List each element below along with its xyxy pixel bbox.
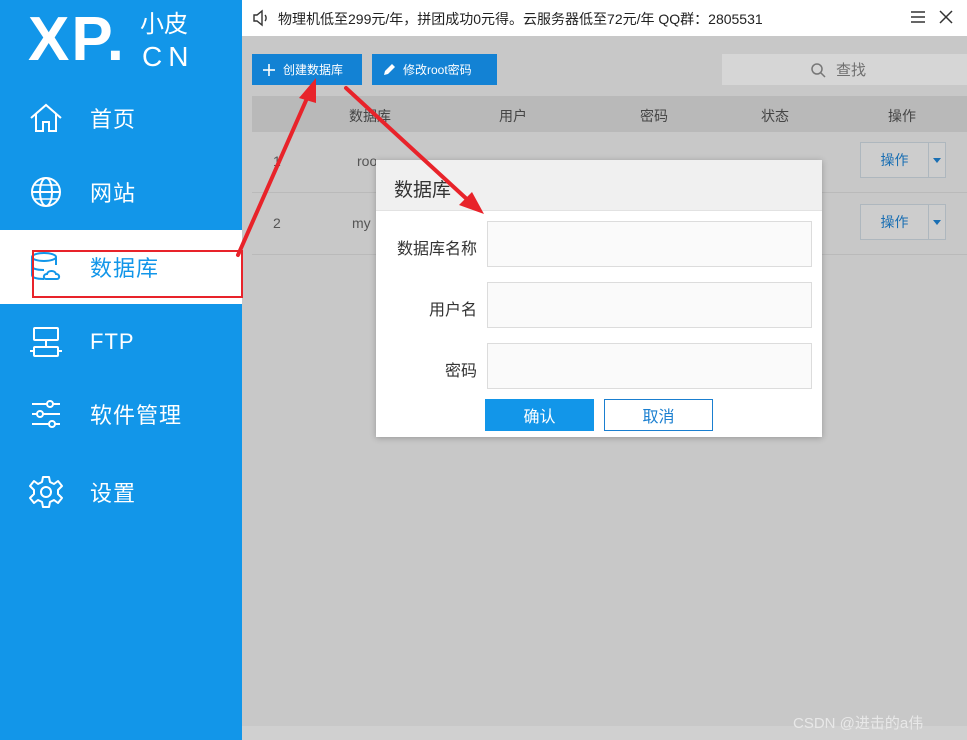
row-index: 1 xyxy=(273,153,281,169)
row-database-name: roo xyxy=(357,153,378,169)
plus-icon xyxy=(263,63,275,76)
sliders-icon xyxy=(32,400,60,428)
sidebar: XP. 小皮 CN 首页 网站 数据库 FTP 软件管理 设置 xyxy=(0,0,242,740)
sidebar-item-label: 设置 xyxy=(90,481,137,506)
watermark-text: CSDN @进击的a伟 xyxy=(793,715,924,732)
sidebar-item-website[interactable]: 网站 xyxy=(0,155,242,229)
create-database-label: 创建数据库 xyxy=(283,63,344,77)
row-action-group: 操作 xyxy=(860,142,946,178)
username-input[interactable] xyxy=(487,282,812,328)
search-input[interactable] xyxy=(834,59,958,81)
notice-text[interactable]: 物理机低至299元/年，拼团成功0元得。云服务器低至72元/年 QQ群：2805… xyxy=(278,9,763,29)
logo-main-text: XP. xyxy=(28,5,126,74)
database-icon xyxy=(31,252,61,280)
row-action-group: 操作 xyxy=(860,204,946,240)
sidebar-item-label: FTP xyxy=(90,329,135,354)
dialog-header: 数据库 xyxy=(376,160,822,211)
column-header: 用户 xyxy=(499,108,527,124)
sidebar-item-database[interactable]: 数据库 xyxy=(0,230,242,304)
sidebar-item-label: 网站 xyxy=(90,181,137,206)
cancel-button[interactable]: 取消 xyxy=(604,399,713,431)
database-name-input[interactable] xyxy=(487,221,812,267)
dialog-title: 数据库 xyxy=(394,180,452,201)
ftp-server-icon xyxy=(30,327,62,357)
gear-icon xyxy=(29,476,63,508)
row-action-button[interactable]: 操作 xyxy=(861,205,929,239)
logo-cn-text: CN xyxy=(142,41,195,72)
column-header: 数据库 xyxy=(349,108,391,124)
sidebar-item-label: 首页 xyxy=(90,107,137,132)
modify-root-password-button[interactable]: 修改root密码 xyxy=(372,54,497,85)
sidebar-item-home[interactable]: 首页 xyxy=(0,81,242,155)
column-header: 操作 xyxy=(888,108,916,124)
create-database-dialog: 数据库 数据库名称 用户名 密码 确认 取消 xyxy=(376,160,822,437)
menu-icon[interactable] xyxy=(910,10,926,24)
row-database-name: my xyxy=(352,215,371,231)
table-header: 数据库 用户 密码 状态 操作 xyxy=(252,96,967,132)
speaker-icon xyxy=(253,9,267,27)
search-icon xyxy=(811,63,826,78)
row-action-dropdown[interactable] xyxy=(929,143,945,177)
sidebar-item-label: 数据库 xyxy=(90,256,160,281)
sidebar-item-label: 软件管理 xyxy=(90,403,183,428)
password-label: 密码 xyxy=(444,363,477,380)
database-name-label: 数据库名称 xyxy=(396,241,477,258)
logo-small-text: 小皮 xyxy=(140,11,188,38)
home-icon xyxy=(30,103,62,132)
row-index: 2 xyxy=(273,215,281,231)
pencil-icon xyxy=(384,63,395,75)
column-header: 状态 xyxy=(761,108,789,124)
search-box xyxy=(722,54,967,85)
globe-icon xyxy=(31,177,61,207)
top-bar: 物理机低至299元/年，拼团成功0元得。云服务器低至72元/年 QQ群：2805… xyxy=(242,0,967,36)
row-action-button[interactable]: 操作 xyxy=(861,143,929,177)
sidebar-item-settings[interactable]: 设置 xyxy=(0,455,242,529)
row-action-dropdown[interactable] xyxy=(929,205,945,239)
modify-root-password-label: 修改root密码 xyxy=(403,63,472,77)
column-header: 密码 xyxy=(640,108,668,124)
sidebar-item-ftp[interactable]: FTP xyxy=(0,305,242,379)
close-icon[interactable] xyxy=(938,9,954,25)
sidebar-item-software[interactable]: 软件管理 xyxy=(0,377,242,451)
confirm-button[interactable]: 确认 xyxy=(485,399,594,431)
username-label: 用户名 xyxy=(428,302,477,319)
password-input[interactable] xyxy=(487,343,812,389)
create-database-button[interactable]: 创建数据库 xyxy=(252,54,362,85)
